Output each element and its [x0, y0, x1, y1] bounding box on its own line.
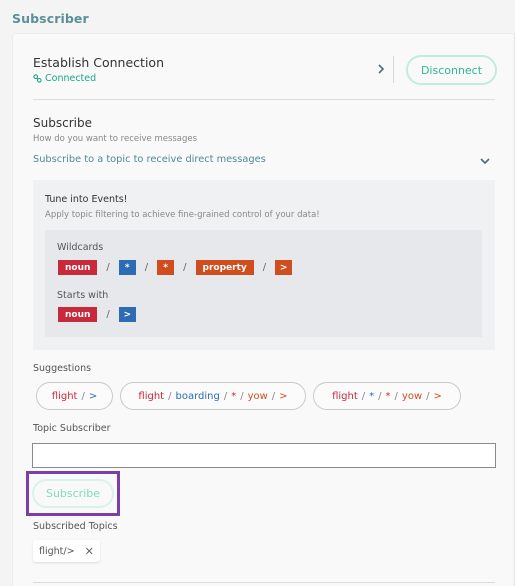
topic-token: >	[275, 260, 293, 275]
topic-subscriber-input[interactable]	[32, 443, 496, 468]
separator: /	[361, 390, 366, 402]
suggestion-part: >	[88, 390, 98, 402]
subscribe-mode-select[interactable]: Subscribe to a topic to receive direct m…	[33, 154, 266, 165]
chevron-down-icon[interactable]	[479, 156, 491, 166]
topic-subscriber-label: Topic Subscriber	[33, 423, 111, 434]
separator: /	[426, 390, 430, 402]
separator: /	[144, 262, 149, 273]
suggestion-part: *	[385, 390, 391, 402]
wildcards-label: Wildcards	[57, 242, 104, 253]
suggestion-part: flight	[51, 390, 78, 402]
subscribe-button[interactable]: Subscribe	[32, 479, 114, 508]
topic-token: *	[118, 260, 136, 275]
suggestion-part: yow	[247, 390, 268, 402]
starts-with-tokens: noun / >	[58, 307, 136, 322]
suggestion-part: flight	[138, 390, 165, 402]
wildcard-examples: Wildcards noun / * / * / property / > Starts wit…	[45, 230, 482, 337]
separator: /	[106, 309, 110, 320]
events-title: Tune into Events!	[45, 194, 128, 205]
subscriber-card: Establish Connection Connected Disconnec…	[12, 33, 515, 586]
suggestion-chip[interactable]: flight / >	[36, 382, 113, 410]
wildcards-tokens: noun / * / * / property / >	[58, 260, 293, 275]
topic-token: noun	[58, 260, 98, 275]
topic-token: noun	[58, 307, 98, 322]
topic-token: >	[118, 307, 136, 322]
disconnect-button[interactable]: Disconnect	[406, 55, 497, 85]
page-title: Subscriber	[12, 11, 89, 26]
topic-token: property	[195, 260, 254, 275]
subscribe-description: How do you want to receive messages	[33, 134, 198, 144]
separator: /	[81, 390, 85, 402]
separator: /	[223, 390, 228, 402]
events-info-box: Tune into Events! Apply topic filtering …	[33, 180, 495, 350]
suggestion-part: >	[279, 390, 288, 402]
subscribed-topic-text: flight/>	[39, 545, 75, 557]
subscribed-topics-label: Subscribed Topics	[33, 521, 118, 532]
link-icon	[33, 74, 42, 83]
separator: /	[183, 262, 187, 273]
starts-with-label: Starts with	[57, 290, 109, 301]
subscribed-topic-tag: flight/> ✕	[33, 540, 100, 562]
suggestion-part: *	[231, 390, 237, 402]
events-description: Apply topic filtering to achieve fine-gr…	[45, 210, 320, 220]
separator: /	[240, 390, 244, 402]
connection-title: Establish Connection	[33, 55, 164, 70]
suggestion-part: >	[433, 390, 442, 402]
vertical-divider	[393, 56, 394, 83]
separator: /	[271, 390, 276, 402]
connection-status: Connected	[33, 73, 96, 84]
suggestions-label: Suggestions	[33, 363, 92, 374]
divider	[33, 99, 495, 100]
suggestion-part: yow	[401, 390, 423, 402]
suggestion-part: flight	[332, 390, 358, 402]
separator: /	[106, 262, 110, 273]
subscribe-title: Subscribe	[33, 116, 92, 130]
close-icon[interactable]: ✕	[85, 545, 94, 558]
connection-status-text: Connected	[45, 73, 97, 84]
topic-token: *	[157, 260, 175, 275]
suggestion-part: *	[369, 390, 375, 402]
divider	[33, 582, 495, 583]
suggestion-chip[interactable]: flight / boarding / * / yow / >	[120, 382, 306, 410]
chevron-right-icon[interactable]	[375, 62, 387, 76]
separator: /	[262, 262, 267, 273]
suggestion-part: boarding	[175, 390, 220, 402]
suggestion-chip[interactable]: flight / * / * / yow / >	[313, 382, 461, 410]
separator: /	[394, 390, 398, 402]
separator: /	[378, 390, 382, 402]
separator: /	[168, 390, 172, 402]
